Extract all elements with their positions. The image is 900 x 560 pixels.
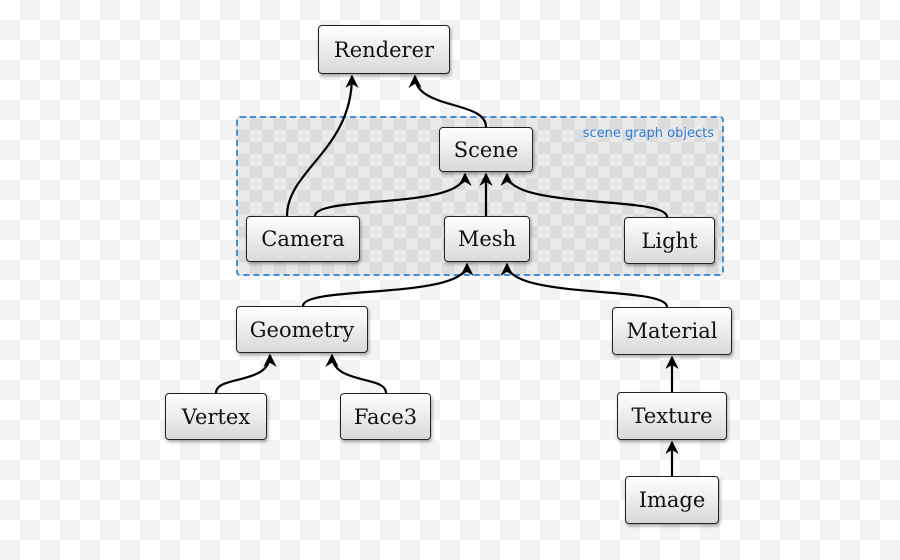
edge-light-scene bbox=[500, 172, 669, 218]
edge-material-mesh bbox=[500, 262, 669, 308]
node-face3: Face3 bbox=[340, 393, 431, 440]
node-scene: Scene bbox=[439, 127, 533, 172]
node-renderer: Renderer bbox=[318, 25, 450, 74]
node-image: Image bbox=[625, 476, 719, 524]
node-geometry: Geometry bbox=[236, 306, 368, 353]
edge-face3-geometry bbox=[325, 353, 388, 394]
node-camera: Camera bbox=[246, 216, 360, 262]
edge-camera-scene bbox=[313, 172, 472, 217]
node-material: Material bbox=[612, 307, 732, 355]
edge-geometry-mesh bbox=[301, 262, 474, 307]
edge-scene-renderer bbox=[408, 74, 488, 128]
node-vertex: Vertex bbox=[165, 393, 267, 440]
edges bbox=[214, 74, 679, 476]
edge-vertex-geometry bbox=[214, 353, 277, 394]
node-light: Light bbox=[624, 217, 715, 264]
node-texture: Texture bbox=[617, 392, 727, 440]
node-mesh: Mesh bbox=[444, 216, 530, 262]
edge-camera-renderer bbox=[285, 74, 359, 217]
